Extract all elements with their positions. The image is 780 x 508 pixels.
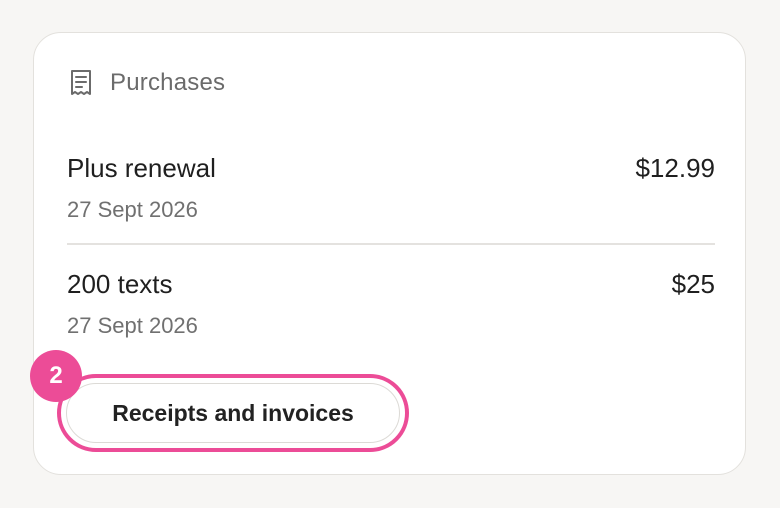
purchases-title: Purchases (110, 69, 226, 96)
purchase-date: 27 Sept 2026 (67, 197, 198, 222)
divider (67, 243, 715, 245)
purchases-card: Purchases Plus renewal 27 Sept 2026 $12.… (33, 32, 746, 475)
purchase-price: $25 (671, 269, 715, 299)
purchase-price: $12.99 (635, 153, 715, 183)
step-number-badge: 2 (30, 350, 82, 402)
receipts-and-invoices-button[interactable]: Receipts and invoices (66, 383, 400, 443)
purchase-date: 27 Sept 2026 (67, 313, 198, 338)
purchase-name: Plus renewal (67, 153, 216, 183)
purchases-header: Purchases (68, 69, 225, 97)
purchase-name: 200 texts (67, 269, 173, 299)
receipt-icon (68, 69, 94, 97)
